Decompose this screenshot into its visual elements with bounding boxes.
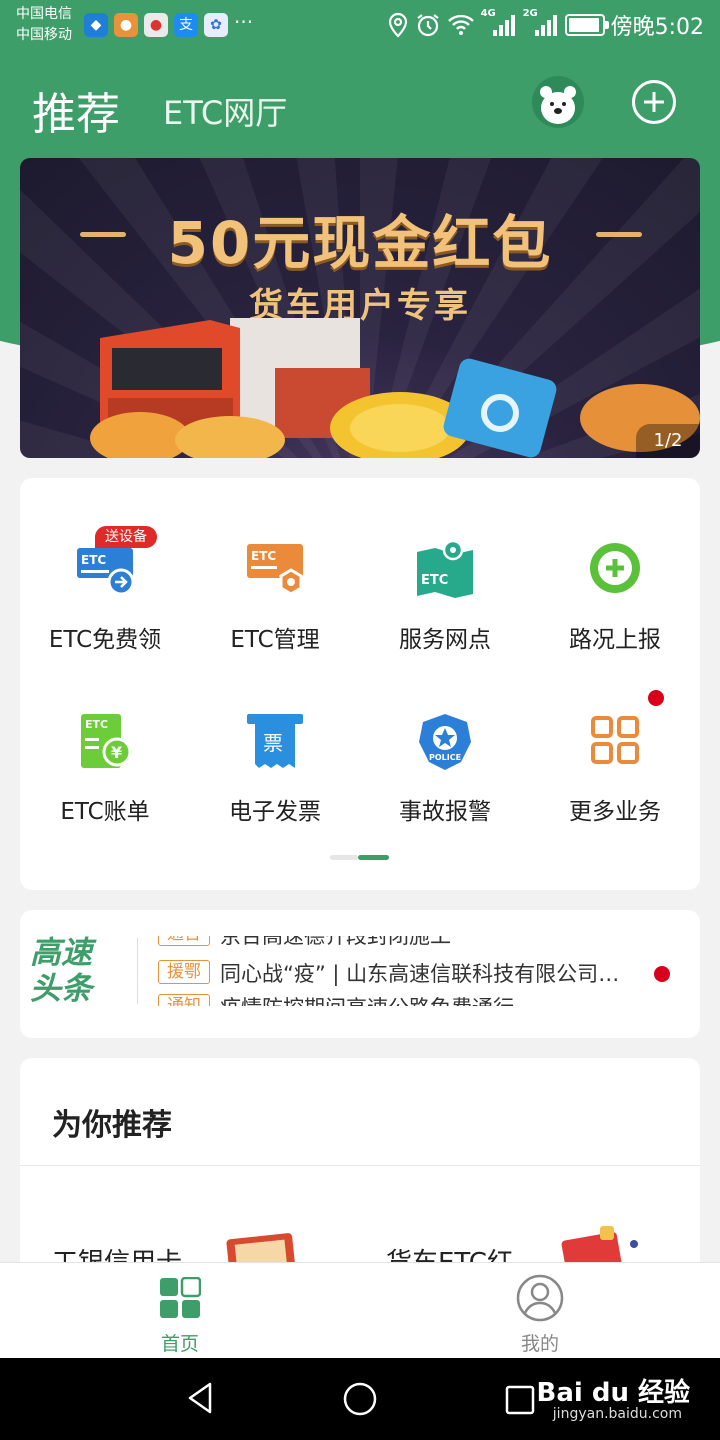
service-label: 电子发票 [229,799,321,825]
news-divider [137,938,138,1004]
grid-icon [591,716,639,764]
add-button[interactable] [632,80,676,124]
alipay-app-icon: 支 [174,13,198,37]
service-etc-bill[interactable]: ETC ¥ ETC账单 [20,712,190,832]
fox-app-icon: ● [114,13,138,37]
svg-text:ETC: ETC [251,549,276,563]
back-icon[interactable] [182,1380,218,1416]
baidu-app-icon: ✿ [204,13,228,37]
carrier-1: 中国电信 [16,6,72,22]
plus-circle-icon [590,543,640,593]
service-accident-report[interactable]: POLICE 事故报警 [360,712,530,832]
tab-recommend[interactable]: 推荐 [32,78,120,142]
etc-settings-icon: ETC [247,544,303,596]
etc-card-icon: ETC [77,548,135,596]
promo-banner[interactable]: 50元现金红包 货车用户专享 1/2 [20,158,700,458]
location-icon [388,12,407,38]
more-notifications-icon: ··· [234,10,254,34]
news-logo: 高速 头条 [30,935,92,1007]
service-label: 路况上报 [569,627,661,653]
map-pin-icon: ETC [417,540,473,598]
battery-icon [564,14,609,36]
tab-home[interactable]: 首页 [0,1263,360,1359]
carrier-2: 中国移动 [16,27,72,43]
wifi-icon [447,14,474,35]
news-unread-dot [654,966,670,982]
svg-text:ETC: ETC [81,553,106,567]
service-etc-manage[interactable]: ETC ETC管理 [190,540,360,660]
clock: 傍晚5:02 [610,15,704,40]
invoice-icon: 票 [247,714,303,768]
service-more[interactable]: 更多业务 [530,690,700,832]
baidu-watermark: Bai du 经验 [536,1378,691,1408]
news-tag: 通告 [158,936,210,946]
shield-app-icon: ◆ [84,13,108,37]
service-label: ETC免费领 [48,627,162,653]
free-device-badge: 送设备 [95,526,157,548]
service-outlets[interactable]: ETC 服务网点 [360,540,530,660]
news-text: 同心战“疫” | 山东高速信联科技有限公司向湖北捐赠物资 [220,962,620,986]
news-tag: 通知 [158,994,210,1006]
map-app-icon: ● [144,13,168,37]
banner-page-indicator: 1/2 [636,424,700,458]
recents-icon[interactable] [504,1384,536,1416]
svg-text:ETC: ETC [421,573,448,588]
banner-title: 50元现金红包 [167,209,553,277]
service-road-report[interactable]: 路况上报 [530,540,700,660]
service-label: 事故报警 [399,799,491,825]
home-icon[interactable] [341,1380,379,1418]
svg-text:¥: ¥ [111,743,122,762]
pager-dot-1 [330,855,358,860]
alarm-icon [416,14,439,37]
screen: { "status_bar": { "carrier1": "中国电信", "c… [0,0,720,1440]
service-label: ETC账单 [60,799,150,825]
service-label: 服务网点 [399,627,491,653]
tab-home-label: 首页 [160,1333,199,1355]
coins-illustration-icon [90,384,700,458]
home-grid-icon [160,1277,201,1318]
news-tag: 援鄂 [158,960,210,984]
news-ticker[interactable]: 通告 京台高速德齐段封闭施工 援鄂 同心战“疫” | 山东高速信联科技有限公司向… [150,936,650,1006]
pager-dot-2-active [358,855,389,860]
tab-etc-hall[interactable]: ETC网厅 [163,88,287,134]
signal-4g-icon: 4G [481,8,517,38]
svg-text:POLICE: POLICE [429,753,461,762]
service-label: 更多业务 [569,799,661,825]
svg-text:ETC: ETC [85,718,108,731]
baidu-watermark-url: jingyan.baidu.com [552,1406,682,1422]
status-bar: 中国电信 中国移动 ◆ ● ● 支 ✿ ··· 4G 2G 傍晚5:02 [0,0,720,50]
tab-mine-label: 我的 [520,1333,559,1355]
news-text: 疫情防控期间高速公路免费通行 [220,992,620,1006]
news-text: 京台高速德齐段封闭施工 [220,936,451,948]
bottom-tab-bar: 首页 我的 [0,1262,720,1358]
new-dot-badge [648,690,664,706]
signal-2g-icon: 2G [523,8,559,38]
status-right: 4G 2G 傍晚5:02 [387,8,704,40]
svg-text:票: 票 [263,731,283,755]
user-profile-icon [516,1274,564,1322]
recommend-title: 为你推荐 [52,1108,172,1143]
bear-avatar-icon [540,86,576,124]
avatar[interactable] [532,76,584,128]
recommend-divider [20,1165,700,1166]
police-badge-icon: POLICE [419,714,471,770]
service-etc-free[interactable]: ETC 送设备 ETC免费领 [20,526,190,660]
tab-mine[interactable]: 我的 [360,1263,720,1359]
service-label: ETC管理 [230,627,320,653]
service-e-invoice[interactable]: 票 电子发票 [190,712,360,832]
bill-icon: ETC ¥ [81,714,132,768]
ticket-card-icon [443,358,557,458]
